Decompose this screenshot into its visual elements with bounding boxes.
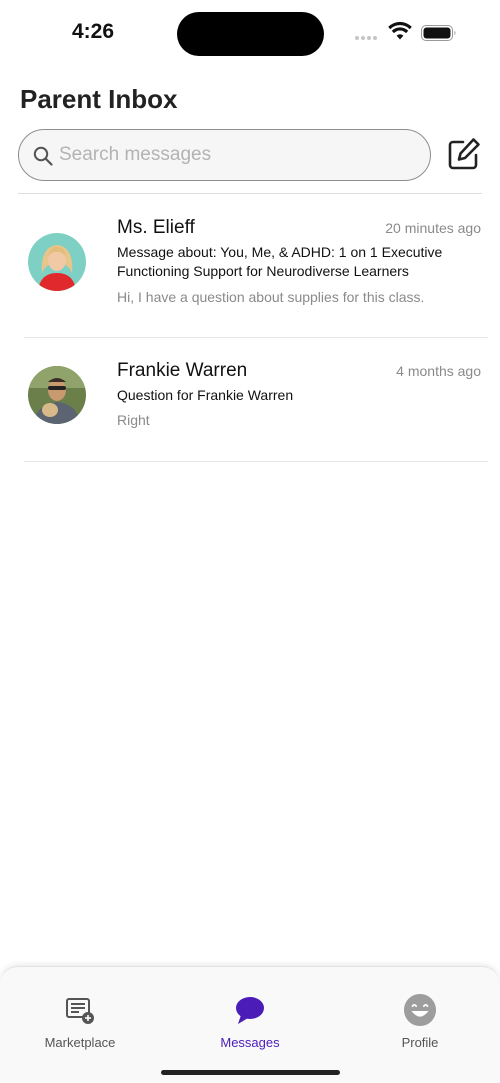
cellular-signal-icon [355, 36, 381, 40]
header-divider [18, 193, 482, 194]
page-title: Parent Inbox [20, 84, 178, 114]
search-bar[interactable] [18, 129, 431, 181]
status-bar: 4:26 [0, 0, 500, 66]
tab-profile[interactable]: Profile [360, 993, 480, 1053]
avatar [28, 366, 86, 424]
conversation-subject: Question for Frankie Warren [117, 387, 294, 403]
battery-icon [421, 25, 456, 41]
conversation-item[interactable]: Frankie Warren 4 months ago Question for… [20, 338, 488, 478]
chat-bubble-icon [236, 997, 264, 1024]
conversation-time: 20 minutes ago [385, 220, 481, 236]
conversation-preview: Hi, I have a question about supplies for… [117, 289, 425, 305]
search-icon [33, 146, 53, 166]
wifi-icon [388, 21, 412, 40]
tab-bar: Marketplace Messages Profile [0, 966, 500, 1083]
search-input[interactable] [59, 140, 409, 170]
conversation-preview: Right [117, 412, 150, 428]
profile-avatar-icon [403, 993, 437, 1027]
compose-icon[interactable] [446, 136, 482, 172]
marketplace-icon [66, 998, 94, 1024]
dynamic-island [177, 12, 324, 56]
status-time: 4:26 [72, 20, 115, 43]
tab-label: Messages [220, 1035, 280, 1050]
conversation-item[interactable]: Ms. Elieff 20 minutes ago Message about:… [20, 198, 488, 338]
conversation-time: 4 months ago [396, 363, 481, 379]
tab-label: Marketplace [44, 1035, 116, 1050]
home-indicator [161, 1070, 340, 1075]
tab-label: Profile [401, 1035, 439, 1050]
tab-marketplace[interactable]: Marketplace [20, 993, 140, 1053]
conversation-name: Ms. Elieff [117, 217, 195, 238]
tab-messages[interactable]: Messages [190, 993, 310, 1053]
conversation-name: Frankie Warren [117, 360, 248, 381]
conversation-subject: Message about: You, Me, & ADHD: 1 on 1 E… [117, 244, 443, 279]
row-divider [24, 461, 488, 462]
avatar [28, 233, 86, 291]
